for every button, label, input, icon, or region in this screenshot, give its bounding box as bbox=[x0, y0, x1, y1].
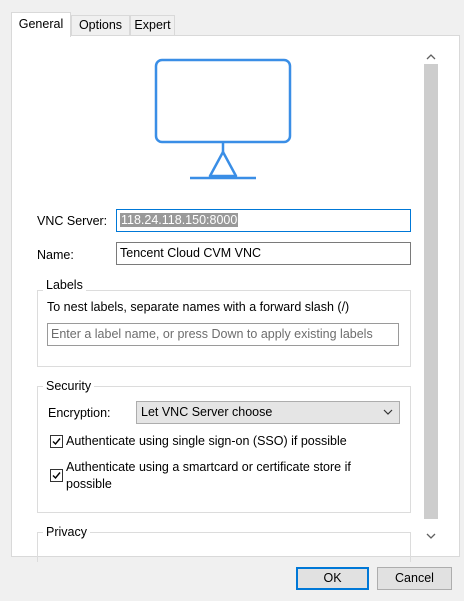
scroll-up-arrow[interactable] bbox=[424, 50, 438, 64]
vnc-server-field[interactable]: 118.24.118.150:8000 bbox=[116, 209, 411, 232]
name-field[interactable]: Tencent Cloud CVM VNC bbox=[116, 242, 411, 265]
vnc-server-label: VNC Server: bbox=[37, 214, 108, 228]
encryption-select[interactable]: Let VNC Server choose bbox=[136, 401, 400, 424]
chevron-down-icon bbox=[383, 402, 393, 431]
smartcard-label-line1[interactable]: Authenticate using a smartcard or certif… bbox=[66, 460, 351, 474]
cancel-button[interactable]: Cancel bbox=[377, 567, 452, 590]
privacy-group bbox=[37, 532, 411, 562]
vnc-server-value: 118.24.118.150:8000 bbox=[120, 213, 239, 227]
smartcard-label-line2[interactable]: possible bbox=[66, 477, 112, 491]
labels-placeholder: Enter a label name, or press Down to app… bbox=[51, 327, 373, 341]
name-value: Tencent Cloud CVM VNC bbox=[120, 246, 262, 260]
sso-checkbox[interactable] bbox=[50, 435, 63, 448]
scrollbar-thumb[interactable] bbox=[424, 64, 438, 519]
labels-input[interactable]: Enter a label name, or press Down to app… bbox=[47, 323, 399, 346]
labels-hint: To nest labels, separate names with a fo… bbox=[47, 300, 350, 314]
ok-button[interactable]: OK bbox=[296, 567, 369, 590]
general-panel: VNC Server: 118.24.118.150:8000 Name: Te… bbox=[11, 35, 460, 562]
smartcard-checkbox[interactable] bbox=[50, 469, 63, 482]
labels-group-title: Labels bbox=[43, 278, 86, 292]
encryption-value: Let VNC Server choose bbox=[141, 405, 273, 419]
privacy-group-title: Privacy bbox=[43, 525, 90, 539]
scroll-down-arrow[interactable] bbox=[424, 529, 438, 543]
tab-general[interactable]: General bbox=[11, 12, 71, 37]
sso-label[interactable]: Authenticate using single sign-on (SSO) … bbox=[66, 434, 347, 448]
name-label: Name: bbox=[37, 248, 74, 262]
encryption-label: Encryption: bbox=[48, 406, 111, 420]
tab-options[interactable]: Options bbox=[71, 15, 130, 36]
tab-expert[interactable]: Expert bbox=[130, 15, 175, 36]
monitor-icon bbox=[154, 58, 292, 180]
security-group-title: Security bbox=[43, 379, 95, 393]
